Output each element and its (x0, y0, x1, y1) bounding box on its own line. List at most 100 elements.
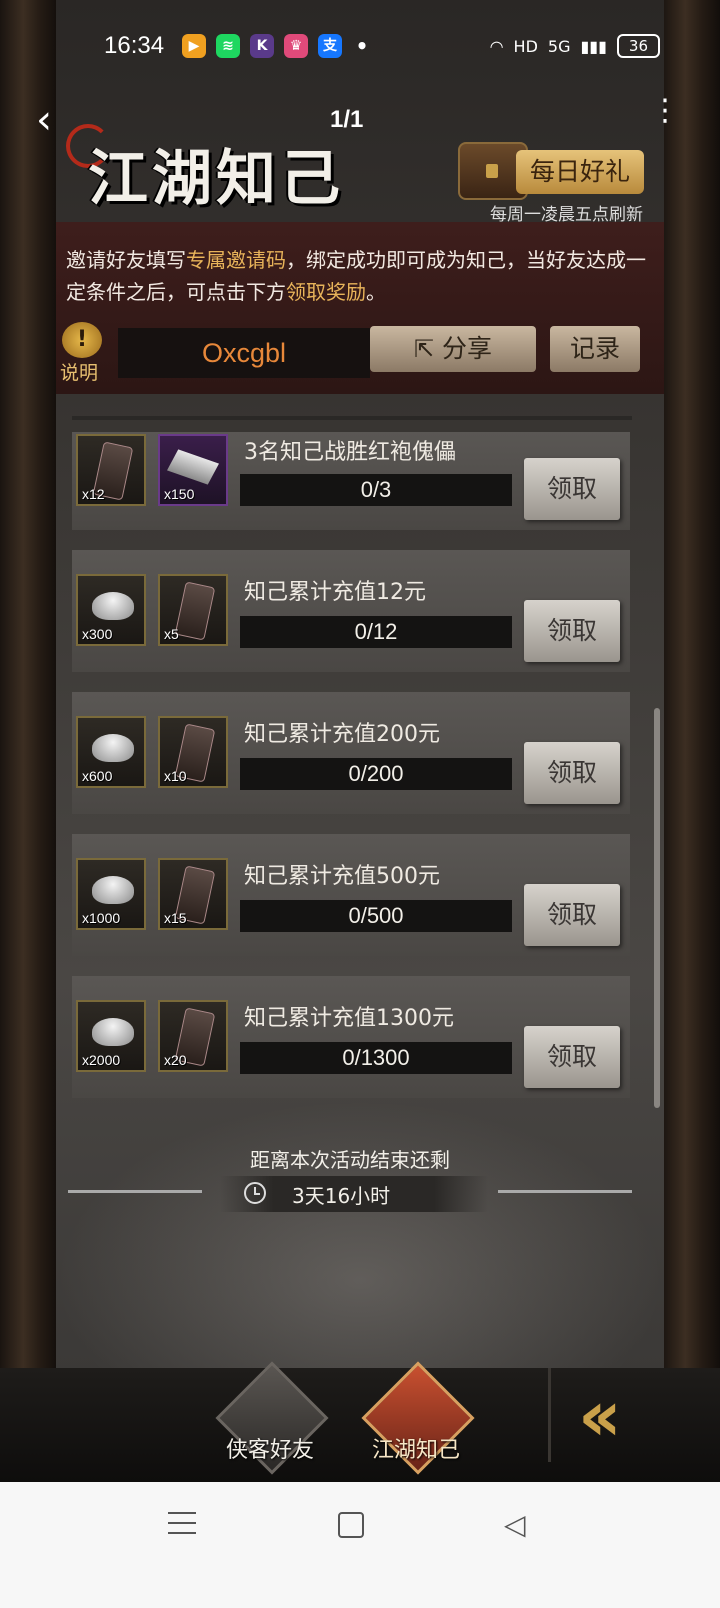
status-bar: 16:34 ▶ ≋ K ♛ 支 • ◠ HD 5G ▮▮▮ 36 (0, 24, 720, 68)
tab-hero-friends[interactable]: 侠客好友 (226, 1432, 314, 1464)
game-screen: 16:34 ▶ ≋ K ♛ 支 • ◠ HD 5G ▮▮▮ 36 ‹ 1/1 ⋮… (0, 0, 720, 1520)
reward-ingot-item[interactable]: x600 (76, 716, 146, 788)
reward-qty: x15 (164, 910, 187, 926)
progress-bar: 0/500 (240, 900, 512, 932)
task-row: x12 x150 3名知己战胜红袍傀儡 0/3 领取 (72, 432, 630, 530)
progress-bar: 0/12 (240, 616, 512, 648)
desc-text: 邀请好友填写 (66, 248, 186, 272)
progress-bar: 0/200 (240, 758, 512, 790)
silver-bar-icon (167, 449, 219, 485)
progress-text: 0/200 (348, 761, 404, 786)
reward-qty: x1000 (82, 910, 121, 926)
signal-icon: ▮▮▮ (580, 36, 607, 56)
home-icon[interactable] (338, 1512, 364, 1538)
reward-ingot-item[interactable]: x1000 (76, 858, 146, 930)
task-title: 知己累计充值1300元 (244, 1006, 454, 1031)
silver-ingot-icon (92, 734, 134, 762)
battery-level: 36 (616, 34, 660, 58)
spotify-icon: ≋ (216, 34, 240, 58)
desc-highlight-code: 专属邀请码 (186, 248, 286, 272)
reward-qty: x150 (164, 486, 195, 502)
tab-divider (548, 1368, 551, 1462)
more-options-icon[interactable]: ⋮ (650, 96, 680, 140)
reward-token-item[interactable]: x20 (158, 1000, 228, 1072)
token-icon (174, 581, 216, 641)
back-triangle-icon[interactable]: ◁ (504, 1508, 526, 1541)
status-time: 16:34 (104, 32, 165, 59)
reward-qty: x5 (164, 626, 179, 642)
task-row: x300 x5 知己累计充值12元 0/12 领取 (72, 550, 630, 672)
task-row: x1000 x15 知己累计充值500元 0/500 领取 (72, 834, 630, 956)
claim-button[interactable]: 领取 (524, 742, 620, 804)
network-type: 5G (547, 36, 571, 56)
progress-text: 0/500 (348, 903, 404, 928)
hd-badge: HD (513, 36, 538, 56)
silver-ingot-icon (92, 876, 134, 904)
help-icon[interactable]: ! (62, 322, 102, 358)
right-pillar (662, 0, 720, 1400)
reward-token-item[interactable]: x10 (158, 716, 228, 788)
timer-label: 距离本次活动结束还剩 (250, 1148, 450, 1172)
invite-description: 邀请好友填写专属邀请码，绑定成功即可成为知己，当好友达成一定条件之后，可点击下方… (66, 244, 656, 308)
crown-app-icon: ♛ (284, 34, 308, 58)
reward-token-item[interactable]: x5 (158, 574, 228, 646)
divider-right (498, 1190, 632, 1193)
claim-button[interactable]: 领取 (524, 600, 620, 662)
task-title: 知己累计充值12元 (244, 580, 426, 605)
reward-qty: x10 (164, 768, 187, 784)
list-scrollbar[interactable] (654, 708, 660, 1108)
share-icon: ⇱ (413, 335, 435, 363)
reward-silver-bar-item[interactable]: x150 (158, 434, 228, 506)
system-nav-bar: ◁ (0, 1482, 720, 1608)
progress-text: 0/3 (360, 477, 392, 502)
reward-qty: x300 (82, 626, 113, 642)
desc-text: 。 (366, 280, 386, 304)
silver-ingot-icon (92, 1018, 134, 1046)
progress-bar: 0/3 (240, 474, 512, 506)
claim-button[interactable]: 领取 (524, 1026, 620, 1088)
claim-button[interactable]: 领取 (524, 458, 620, 520)
video-app-icon: ▶ (182, 34, 206, 58)
daily-gift-button[interactable]: 每日好礼 (516, 150, 644, 194)
alipay-icon: 支 (318, 34, 342, 58)
progress-text: 0/1300 (342, 1045, 410, 1070)
divider-left (68, 1190, 202, 1193)
silver-ingot-icon (92, 592, 134, 620)
double-chevron-left-icon[interactable]: ‹‹ (578, 1381, 666, 1451)
invite-section: 邀请好友填写专属邀请码，绑定成功即可成为知己，当好友达成一定条件之后，可点击下方… (56, 222, 664, 394)
back-arrow-icon[interactable]: ‹ (36, 100, 72, 140)
reward-ingot-item[interactable]: x2000 (76, 1000, 146, 1072)
help-label[interactable]: 说明 (60, 358, 98, 385)
bottom-tab-bar: 侠客好友 江湖知己 ‹‹ (0, 1361, 720, 1482)
menu-icon[interactable] (168, 1512, 196, 1536)
task-row: x2000 x20 知己累计充值1300元 0/1300 领取 (72, 976, 630, 1098)
share-button[interactable]: ⇱ 分享 (370, 326, 536, 372)
list-divider (72, 416, 632, 420)
page-title: 江湖知己 (88, 144, 344, 214)
k-app-icon: K (250, 34, 274, 58)
notification-dot: • (355, 34, 369, 58)
reward-qty: x2000 (82, 1052, 121, 1068)
progress-bar: 0/1300 (240, 1042, 512, 1074)
task-title: 3名知己战胜红袍傀儡 (244, 440, 456, 465)
task-title: 知己累计充值200元 (244, 722, 440, 747)
tab-jianghu-zhiji[interactable]: 江湖知己 (372, 1432, 460, 1464)
clock-icon (244, 1182, 266, 1204)
reward-qty: x20 (164, 1052, 187, 1068)
reward-token-item[interactable]: x12 (76, 434, 146, 506)
reward-qty: x600 (82, 768, 113, 784)
wifi-icon: ◠ (489, 36, 504, 56)
desc-highlight-reward: 领取奖励 (286, 280, 366, 304)
share-label: 分享 (442, 334, 493, 363)
claim-button[interactable]: 领取 (524, 884, 620, 946)
reward-qty: x12 (82, 486, 105, 502)
reward-ingot-item[interactable]: x300 (76, 574, 146, 646)
reward-token-item[interactable]: x15 (158, 858, 228, 930)
progress-text: 0/12 (354, 619, 398, 644)
task-row: x600 x10 知己累计充值200元 0/200 领取 (72, 692, 630, 814)
timer-value: 3天16小时 (292, 1184, 391, 1208)
task-title: 知己累计充值500元 (244, 864, 440, 889)
left-pillar (0, 0, 58, 1400)
records-button[interactable]: 记录 (550, 326, 640, 372)
invite-code-field[interactable]: Oxcgbl (118, 328, 370, 378)
